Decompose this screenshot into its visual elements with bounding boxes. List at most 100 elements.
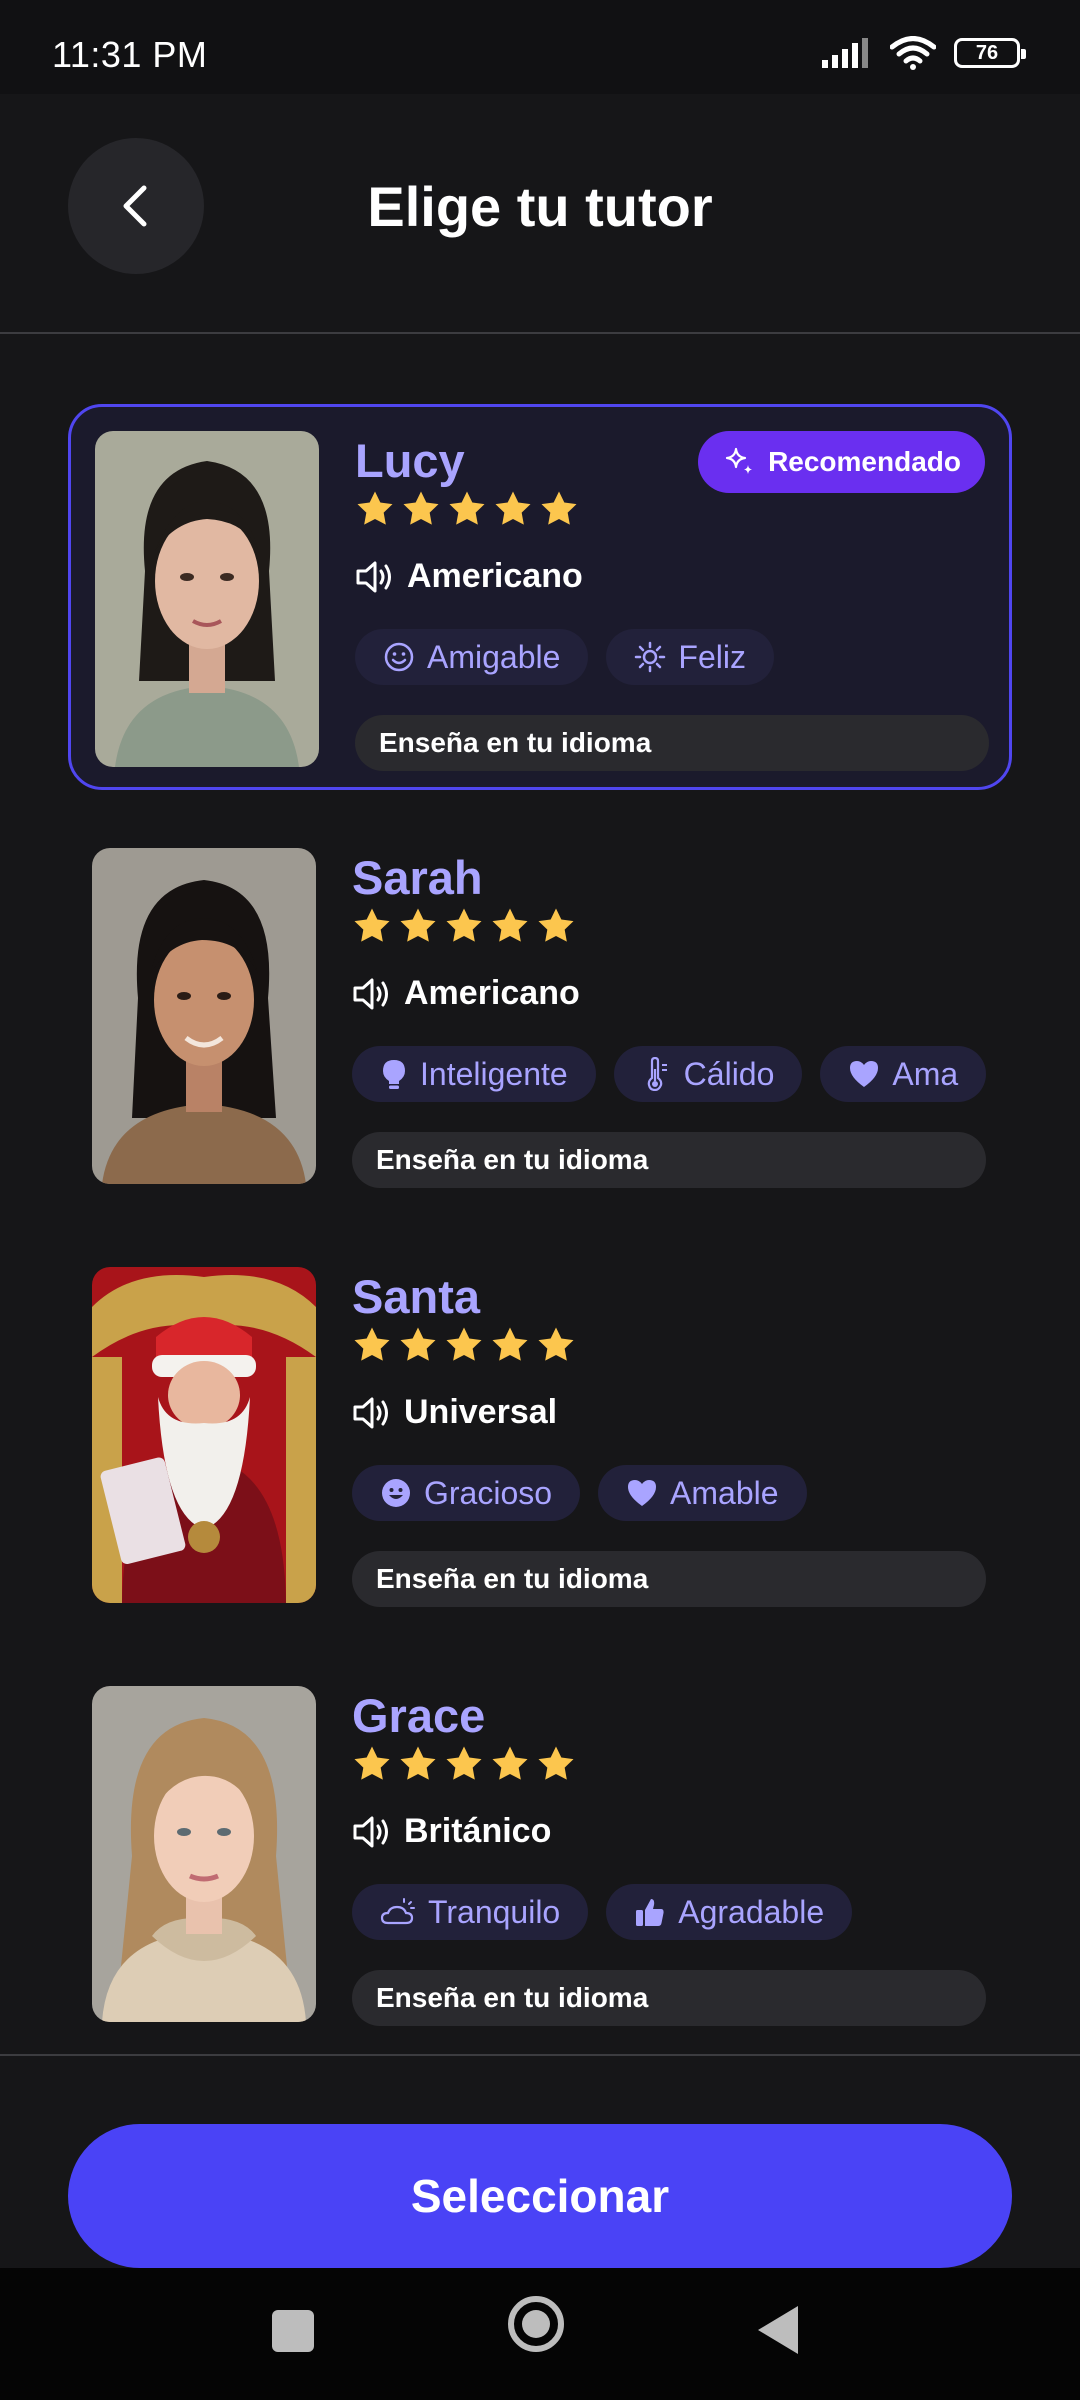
home-button[interactable] [508, 2296, 564, 2352]
select-button[interactable]: Seleccionar [68, 2124, 1012, 2268]
tag-label: Amigable [427, 638, 561, 675]
cloud-sun-icon [380, 1898, 415, 1925]
tutor-photo [92, 1686, 316, 2022]
tag-label: Agradable [678, 1893, 825, 1930]
tag-tranquilo: Tranquilo [352, 1884, 589, 1940]
personality-tags: Tranquilo Agradable [352, 1884, 986, 1944]
tutor-name: Sarah [352, 851, 483, 904]
star-icon [541, 491, 577, 525]
tutor-name: Grace [352, 1689, 486, 1742]
star-icon [446, 908, 482, 942]
accent-label: Británico [404, 1812, 552, 1850]
tutor-list: Lucy Americano Amigable Feliz Enseña en … [0, 336, 1080, 2056]
personality-tags: Inteligente Cálido Ama [352, 1046, 986, 1106]
star-icon [538, 908, 574, 942]
star-icon [354, 1327, 390, 1361]
badge-label: Recomendado [768, 446, 961, 477]
thumbs-up-icon [636, 1899, 664, 1926]
tag-amable: Amable [598, 1465, 807, 1521]
star-icon [446, 1327, 482, 1361]
smile-icon [384, 642, 414, 672]
tag-ama: Ama [820, 1046, 986, 1102]
star-icon [354, 908, 390, 942]
star-icon [400, 1327, 436, 1361]
star-icon [400, 1746, 436, 1780]
rating-stars [352, 906, 576, 946]
tutor-card-grace[interactable]: Grace Británico Tranquilo Agradable Ense… [68, 1662, 1012, 2048]
status-bar: 11:31 PM 76 [0, 0, 1080, 94]
tag-amigable: Amigable [355, 629, 589, 685]
teaching-language-note: Enseña en tu idioma [355, 715, 989, 771]
star-icon [492, 1746, 528, 1780]
heart-icon [628, 1480, 657, 1506]
star-icon [538, 1746, 574, 1780]
avatar [92, 1686, 316, 2022]
sparkles-icon [725, 447, 753, 474]
speaker-icon [353, 1397, 388, 1428]
star-icon [354, 1746, 390, 1780]
teaching-language-note: Enseña en tu idioma [352, 1970, 986, 2026]
tag-calido: Cálido [613, 1046, 803, 1102]
recents-button[interactable] [272, 2310, 314, 2352]
tutor-photo [95, 431, 319, 767]
heart-icon [850, 1061, 879, 1087]
tutor-card-santa[interactable]: Santa Universal Gracioso Amable Enseña e… [68, 1243, 1012, 1629]
star-icon [492, 908, 528, 942]
accent-label: Americano [404, 974, 580, 1012]
tag-gracioso: Gracioso [352, 1465, 581, 1521]
status-time: 11:31 PM [52, 34, 208, 75]
lightbulb-icon [383, 1060, 405, 1089]
tutor-card-lucy[interactable]: Lucy Americano Amigable Feliz Enseña en … [68, 404, 1012, 790]
star-icon [400, 908, 436, 942]
personality-tags: Gracioso Amable [352, 1465, 986, 1525]
tutor-name: Santa [352, 1270, 480, 1323]
tutor-accent: Americano [352, 974, 580, 1013]
tutor-photo [92, 848, 316, 1184]
tutor-info: Santa Universal Gracioso Amable Enseña e… [352, 1267, 992, 1607]
sun-icon [635, 641, 666, 673]
star-icon [403, 491, 439, 525]
tag-label: Feliz [678, 638, 746, 675]
star-icon [449, 491, 485, 525]
tutor-name: Lucy [355, 434, 465, 487]
tag-agradable: Agradable [606, 1884, 853, 1940]
wifi-icon [890, 36, 936, 70]
battery-level: 76 [975, 41, 999, 64]
tutor-info: Sarah Americano Inteligente Cálido Ama E… [352, 848, 992, 1188]
star-icon [446, 1746, 482, 1780]
tag-feliz: Feliz [606, 629, 774, 685]
thermometer-icon [647, 1057, 667, 1091]
accent-label: Americano [407, 557, 583, 595]
battery-indicator: 76 [954, 38, 1026, 68]
speaker-icon [353, 978, 388, 1009]
tag-label: Tranquilo [428, 1893, 561, 1930]
header: Elige tu tutor [0, 94, 1080, 334]
star-icon [492, 1327, 528, 1361]
speaker-icon [356, 561, 391, 592]
rating-stars [352, 1744, 576, 1784]
tutor-accent: Americano [355, 557, 583, 596]
status-icons: 76 [822, 36, 1026, 70]
page-title: Elige tu tutor [367, 175, 713, 238]
tag-inteligente: Inteligente [352, 1046, 596, 1102]
tutor-accent: Universal [352, 1393, 557, 1432]
tutor-accent: Británico [352, 1812, 551, 1851]
rating-stars [355, 489, 579, 529]
tag-label: Inteligente [420, 1055, 568, 1092]
tag-label: Gracioso [424, 1474, 553, 1511]
tutor-photo [92, 1267, 316, 1603]
tutor-card-sarah[interactable]: Sarah Americano Inteligente Cálido Ama E… [68, 824, 1012, 1210]
avatar [92, 848, 316, 1184]
system-nav-bar [0, 2268, 1080, 2400]
star-icon [357, 491, 393, 525]
teaching-language-note: Enseña en tu idioma [352, 1551, 986, 1607]
rating-stars [352, 1325, 576, 1365]
tag-label: Ama [892, 1055, 959, 1092]
system-back-button[interactable] [758, 2306, 798, 2354]
avatar [95, 431, 319, 767]
avatar [92, 1267, 316, 1603]
accent-label: Universal [404, 1393, 558, 1431]
tag-label: Cálido [683, 1055, 775, 1092]
star-icon [538, 1327, 574, 1361]
star-icon [495, 491, 531, 525]
